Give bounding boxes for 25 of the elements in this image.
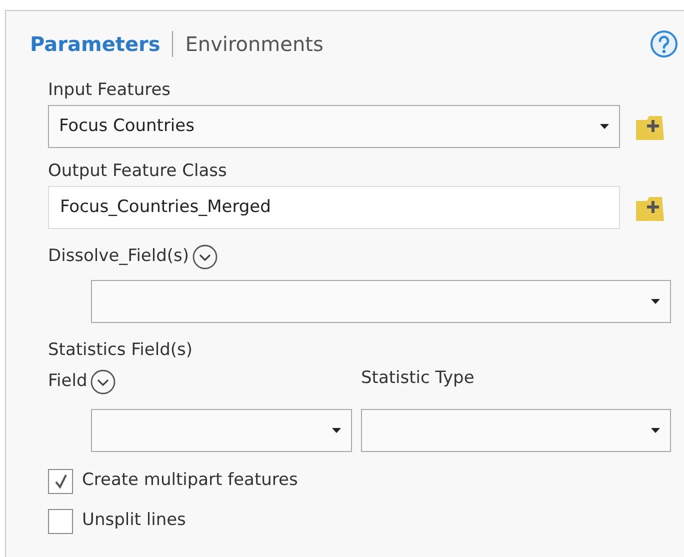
tab[interactable]: Environments (185, 29, 324, 59)
dropdown-caret-icon (651, 428, 660, 433)
field-label: Statistics Field(s) (48, 339, 192, 362)
dropdown-field[interactable] (361, 409, 671, 452)
field-label: Input Features (48, 79, 171, 102)
checkbox[interactable] (48, 508, 73, 534)
checkbox-label: Create multipart features (82, 469, 298, 492)
dropdown-field[interactable] (91, 280, 671, 323)
dropdown-caret-icon (332, 428, 341, 433)
expand-chevron-icon[interactable] (192, 244, 218, 270)
field-label: Statistic Type (361, 367, 474, 390)
help-icon[interactable] (650, 30, 678, 58)
checkbox[interactable] (48, 468, 73, 494)
checkbox-label: Unsplit lines (82, 509, 186, 532)
tab[interactable]: Parameters (30, 29, 160, 59)
dropdown-caret-icon (651, 299, 660, 304)
field-label: Output Feature Class (48, 160, 227, 184)
field-label: Field (48, 370, 88, 394)
dropdown-field[interactable]: Focus Countries (48, 105, 620, 148)
checkmark-icon (54, 473, 68, 489)
field-label: Dissolve_Field(s) (48, 245, 190, 268)
dropdown-field[interactable] (91, 409, 352, 452)
dropdown-caret-icon (600, 124, 609, 129)
expand-chevron-icon[interactable] (90, 369, 116, 395)
text-field[interactable]: Focus_Countries_Merged (48, 186, 620, 229)
